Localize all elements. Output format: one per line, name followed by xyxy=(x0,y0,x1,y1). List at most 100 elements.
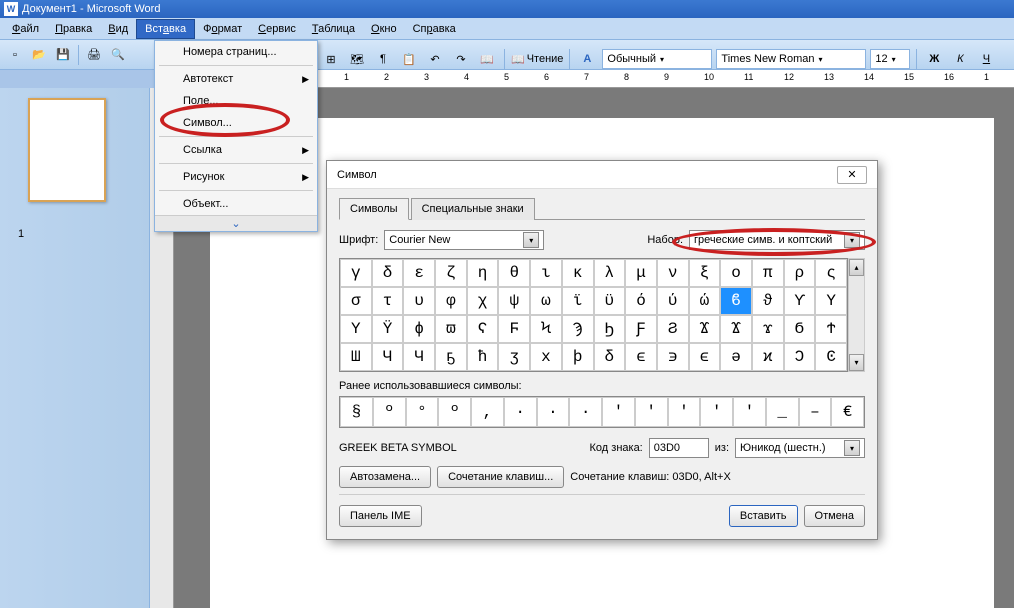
menu-файл[interactable]: Файл xyxy=(4,20,47,38)
symbol-cell[interactable]: ҕ xyxy=(435,343,467,371)
menu-окно[interactable]: Окно xyxy=(363,20,405,38)
recent-symbol-cell[interactable]: – xyxy=(799,397,832,427)
menu-item-2[interactable]: Поле... xyxy=(155,90,317,112)
tab-special-chars[interactable]: Специальные знаки xyxy=(411,198,535,220)
menu-правка[interactable]: Правка xyxy=(47,20,100,38)
menu-таблица[interactable]: Таблица xyxy=(304,20,363,38)
symbol-cell[interactable]: ϕ xyxy=(403,315,435,343)
symbol-cell[interactable]: ϖ xyxy=(435,315,467,343)
symbol-cell[interactable]: Ч xyxy=(403,343,435,371)
symbol-cell[interactable]: ε xyxy=(403,259,435,287)
recent-symbol-cell[interactable]: · xyxy=(569,397,602,427)
symbol-cell[interactable]: ϋ xyxy=(594,287,626,315)
grid-scrollbar[interactable]: ▴ ▾ xyxy=(848,258,865,372)
symbol-cell[interactable]: ϐ xyxy=(720,287,752,315)
recent-symbol-cell[interactable]: º xyxy=(438,397,471,427)
tab-symbols[interactable]: Символы xyxy=(339,198,409,220)
symbol-cell[interactable]: ϵ xyxy=(625,343,657,371)
scroll-up-btn[interactable]: ▴ xyxy=(849,259,864,276)
symbol-cell[interactable]: ο xyxy=(720,259,752,287)
symbol-cell[interactable]: Ϯ xyxy=(815,315,847,343)
symbol-cell[interactable]: Ϡ xyxy=(562,315,594,343)
symbol-cell[interactable]: ώ xyxy=(689,287,721,315)
symbol-cell[interactable]: κ xyxy=(562,259,594,287)
symbol-cell[interactable]: ν xyxy=(657,259,689,287)
symbol-cell[interactable]: Ϩ xyxy=(657,315,689,343)
recent-symbol-cell[interactable]: € xyxy=(831,397,864,427)
menu-item-1[interactable]: Автотекст▶ xyxy=(155,68,317,90)
symbol-cell[interactable]: ϰ xyxy=(752,343,784,371)
cancel-button[interactable]: Отмена xyxy=(804,505,865,527)
recent-symbol-cell[interactable]: º xyxy=(373,397,406,427)
symbol-cell[interactable]: ξ xyxy=(689,259,721,287)
recent-symbol-cell[interactable]: ′ xyxy=(700,397,733,427)
symbol-cell[interactable]: Ϛ xyxy=(467,315,499,343)
symbol-cell[interactable]: υ xyxy=(403,287,435,315)
toolbar-btn[interactable]: 📖 xyxy=(476,48,498,70)
shortcut-button[interactable]: Сочетание клавиш... xyxy=(437,466,564,488)
symbol-cell[interactable]: ʒ xyxy=(498,343,530,371)
page-thumbnail[interactable] xyxy=(28,98,106,202)
toolbar-btn[interactable]: ⊞ xyxy=(320,48,342,70)
menu-item-4[interactable]: Ссылка▶ xyxy=(155,139,317,161)
toolbar-btn[interactable]: ↶ xyxy=(424,48,446,70)
symbol-cell[interactable]: σ xyxy=(340,287,372,315)
underline-btn[interactable]: Ч xyxy=(975,48,997,70)
recent-symbol-cell[interactable]: _ xyxy=(766,397,799,427)
symbol-cell[interactable]: ς xyxy=(815,259,847,287)
recent-symbol-cell[interactable]: ′ xyxy=(668,397,701,427)
recent-symbol-cell[interactable]: , xyxy=(471,397,504,427)
symbol-cell[interactable]: μ xyxy=(625,259,657,287)
symbol-cell[interactable]: Ч xyxy=(372,343,404,371)
italic-btn[interactable]: К xyxy=(949,48,971,70)
recent-symbol-cell[interactable]: ′ xyxy=(602,397,635,427)
symbol-cell[interactable]: ħ xyxy=(467,343,499,371)
toolbar-btn[interactable]: 🗺 xyxy=(346,48,368,70)
charset-combo[interactable]: греческие симв. и коптский▾ xyxy=(689,230,865,250)
symbol-cell[interactable]: ζ xyxy=(435,259,467,287)
reading-btn[interactable]: 📖Чтение xyxy=(511,53,563,66)
symbol-cell[interactable]: ό xyxy=(625,287,657,315)
symbol-cell[interactable]: Ϧ xyxy=(594,315,626,343)
size-combo[interactable]: 12▾ xyxy=(870,49,910,69)
symbol-cell[interactable]: Υ xyxy=(340,315,372,343)
menu-item-5[interactable]: Рисунок▶ xyxy=(155,166,317,188)
symbol-cell[interactable]: ϫ xyxy=(752,315,784,343)
symbol-cell[interactable]: τ xyxy=(372,287,404,315)
symbol-cell[interactable]: ϊ xyxy=(562,287,594,315)
style-combo[interactable]: Обычный▾ xyxy=(602,49,712,69)
symbol-cell[interactable]: Ƒ xyxy=(625,315,657,343)
symbol-cell[interactable]: Ϟ xyxy=(530,315,562,343)
symbol-cell[interactable]: Ϭ xyxy=(784,315,816,343)
symbol-cell[interactable]: ə xyxy=(720,343,752,371)
symbol-cell[interactable]: ύ xyxy=(657,287,689,315)
recent-symbol-cell[interactable]: ' xyxy=(733,397,766,427)
save-icon[interactable]: 💾 xyxy=(52,44,74,66)
ime-panel-button[interactable]: Панель IME xyxy=(339,505,422,527)
menu-item-3[interactable]: Символ... xyxy=(155,112,317,134)
preview-icon[interactable]: 🔍 xyxy=(107,44,129,66)
symbol-cell[interactable]: Ϋ xyxy=(372,315,404,343)
new-doc-icon[interactable]: ▫ xyxy=(4,44,26,66)
symbol-cell[interactable]: ρ xyxy=(784,259,816,287)
symbol-cell[interactable]: δ xyxy=(594,343,626,371)
menu-item-0[interactable]: Номера страниц... xyxy=(155,41,317,63)
symbol-cell[interactable]: λ xyxy=(594,259,626,287)
symbol-cell[interactable]: Ͻ xyxy=(784,343,816,371)
menu-item-6[interactable]: Объект... xyxy=(155,193,317,215)
recent-symbol-cell[interactable]: ° xyxy=(406,397,439,427)
symbol-cell[interactable]: Ϝ xyxy=(498,315,530,343)
symbol-cell[interactable]: φ xyxy=(435,287,467,315)
symbol-cell[interactable]: η xyxy=(467,259,499,287)
symbol-cell[interactable]: х xyxy=(530,343,562,371)
symbol-cell[interactable]: ϵ xyxy=(689,343,721,371)
symbol-cell[interactable]: Υ xyxy=(815,287,847,315)
symbol-cell[interactable]: ψ xyxy=(498,287,530,315)
recent-symbol-cell[interactable]: · xyxy=(504,397,537,427)
encoding-combo[interactable]: Юникод (шестн.)▾ xyxy=(735,438,865,458)
print-icon[interactable]: 🖨 xyxy=(83,44,105,66)
symbol-cell[interactable]: Ш xyxy=(340,343,372,371)
scroll-down-btn[interactable]: ▾ xyxy=(849,354,864,371)
recent-symbol-cell[interactable]: · xyxy=(537,397,570,427)
expand-chevron-icon[interactable]: ⌄ xyxy=(155,215,317,231)
